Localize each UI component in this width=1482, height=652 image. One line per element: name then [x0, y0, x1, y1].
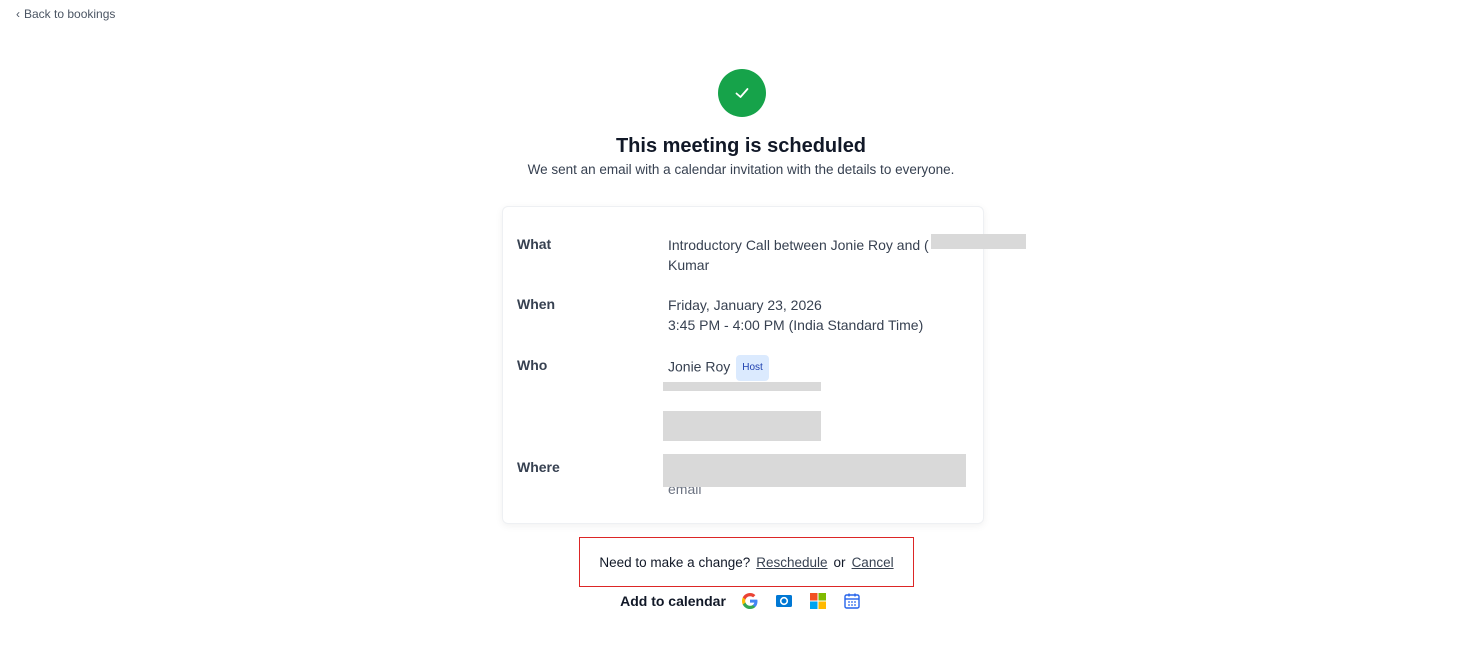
- what-label: What: [517, 236, 552, 252]
- booking-details-card: What Introductory Call between Jonie Roy…: [502, 206, 1026, 524]
- back-label: Back to bookings: [24, 7, 116, 21]
- redacted-name: [931, 234, 1026, 249]
- who-host: Jonie Roy Host: [668, 355, 769, 381]
- who-label: Who: [517, 357, 548, 373]
- what-value-line1: Introductory Call between Jonie Roy and …: [668, 237, 929, 253]
- where-label: Where: [517, 459, 560, 475]
- when-date: Friday, January 23, 2026: [668, 297, 822, 313]
- redacted-attendee: [663, 411, 821, 441]
- when-label: When: [517, 296, 556, 312]
- outlook-icon[interactable]: [774, 591, 794, 611]
- host-badge: Host: [736, 355, 769, 381]
- what-value: Introductory Call between Jonie Roy and …: [668, 235, 929, 275]
- host-name: Jonie Roy: [668, 358, 731, 375]
- cancel-link[interactable]: Cancel: [852, 555, 894, 570]
- what-value-line2: Kumar: [668, 257, 710, 273]
- when-time: 3:45 PM - 4:00 PM (India Standard Time): [668, 317, 924, 333]
- add-to-calendar-label: Add to calendar: [620, 593, 726, 609]
- change-prompt: Need to make a change?: [599, 554, 751, 570]
- google-calendar-icon[interactable]: [740, 591, 760, 611]
- page-subtitle: We sent an email with a calendar invitat…: [527, 162, 955, 177]
- redacted-host-email: [663, 382, 821, 391]
- or-text: or: [833, 554, 846, 570]
- ics-calendar-icon[interactable]: [842, 591, 862, 611]
- success-check-icon: [718, 69, 766, 117]
- chevron-left-icon: ‹: [16, 7, 20, 21]
- when-value: Friday, January 23, 2026 3:45 PM - 4:00 …: [668, 295, 923, 335]
- change-booking-box: Need to make a change? Reschedule or Can…: [579, 537, 914, 587]
- page-title: This meeting is scheduled: [615, 135, 867, 157]
- add-to-calendar-row: Add to calendar: [0, 591, 1482, 611]
- reschedule-link[interactable]: Reschedule: [756, 555, 827, 570]
- redacted-location: [663, 454, 966, 487]
- microsoft-office-icon[interactable]: [808, 591, 828, 611]
- back-to-bookings-link[interactable]: ‹ Back to bookings: [16, 7, 115, 21]
